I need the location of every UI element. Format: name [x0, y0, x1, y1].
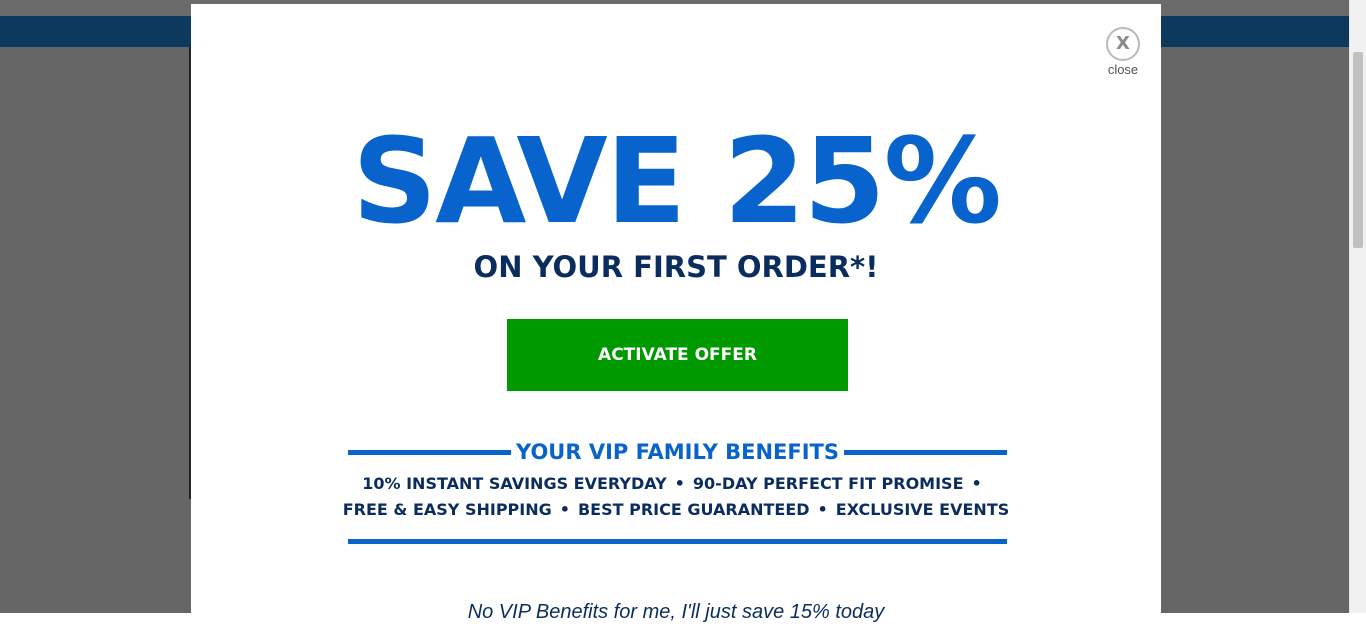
benefit-item: EXCLUSIVE EVENTS	[835, 500, 1010, 519]
benefit-item: 90-DAY PERFECT FIT PROMISE	[692, 474, 964, 493]
benefits-header: YOUR VIP FAMILY BENEFITS	[348, 436, 1007, 466]
benefits-rule-left	[348, 450, 511, 455]
close-label[interactable]: close	[1105, 62, 1141, 77]
benefits-bottom-rule	[348, 539, 1007, 544]
promo-modal: X close SAVE 25% ON YOUR FIRST ORDER*! A…	[191, 4, 1161, 644]
benefits-rule-right	[844, 450, 1007, 455]
benefit-separator: •	[674, 474, 685, 493]
page-scrollbar[interactable]	[1349, 0, 1366, 613]
benefit-item: BEST PRICE GUARANTEED	[577, 500, 810, 519]
benefits-title: YOUR VIP FAMILY BENEFITS	[515, 440, 840, 464]
scrollbar-thumb[interactable]	[1353, 52, 1363, 248]
benefit-separator: •	[817, 500, 828, 519]
benefits-row-2: FREE & EASY SHIPPING • BEST PRICE GUARANTE…	[191, 499, 1161, 521]
promo-headline: SAVE 25%	[352, 112, 1002, 250]
close-button[interactable]: X close	[1105, 27, 1141, 85]
decline-vip-link[interactable]: No VIP Benefits for me, I'll just save 1…	[191, 600, 1161, 624]
benefits-row-1: 10% INSTANT SAVINGS EVERYDAY • 90-DAY PERF…	[191, 473, 1161, 495]
benefit-item: 10% INSTANT SAVINGS EVERYDAY	[362, 474, 667, 493]
close-icon[interactable]: X	[1106, 27, 1140, 61]
benefit-item: FREE & EASY SHIPPING	[342, 500, 552, 519]
promo-subheadline: ON YOUR FIRST ORDER*!	[473, 250, 879, 284]
benefit-separator: •	[971, 474, 982, 493]
benefit-separator: •	[559, 500, 570, 519]
activate-offer-button[interactable]: ACTIVATE OFFER	[507, 319, 848, 391]
